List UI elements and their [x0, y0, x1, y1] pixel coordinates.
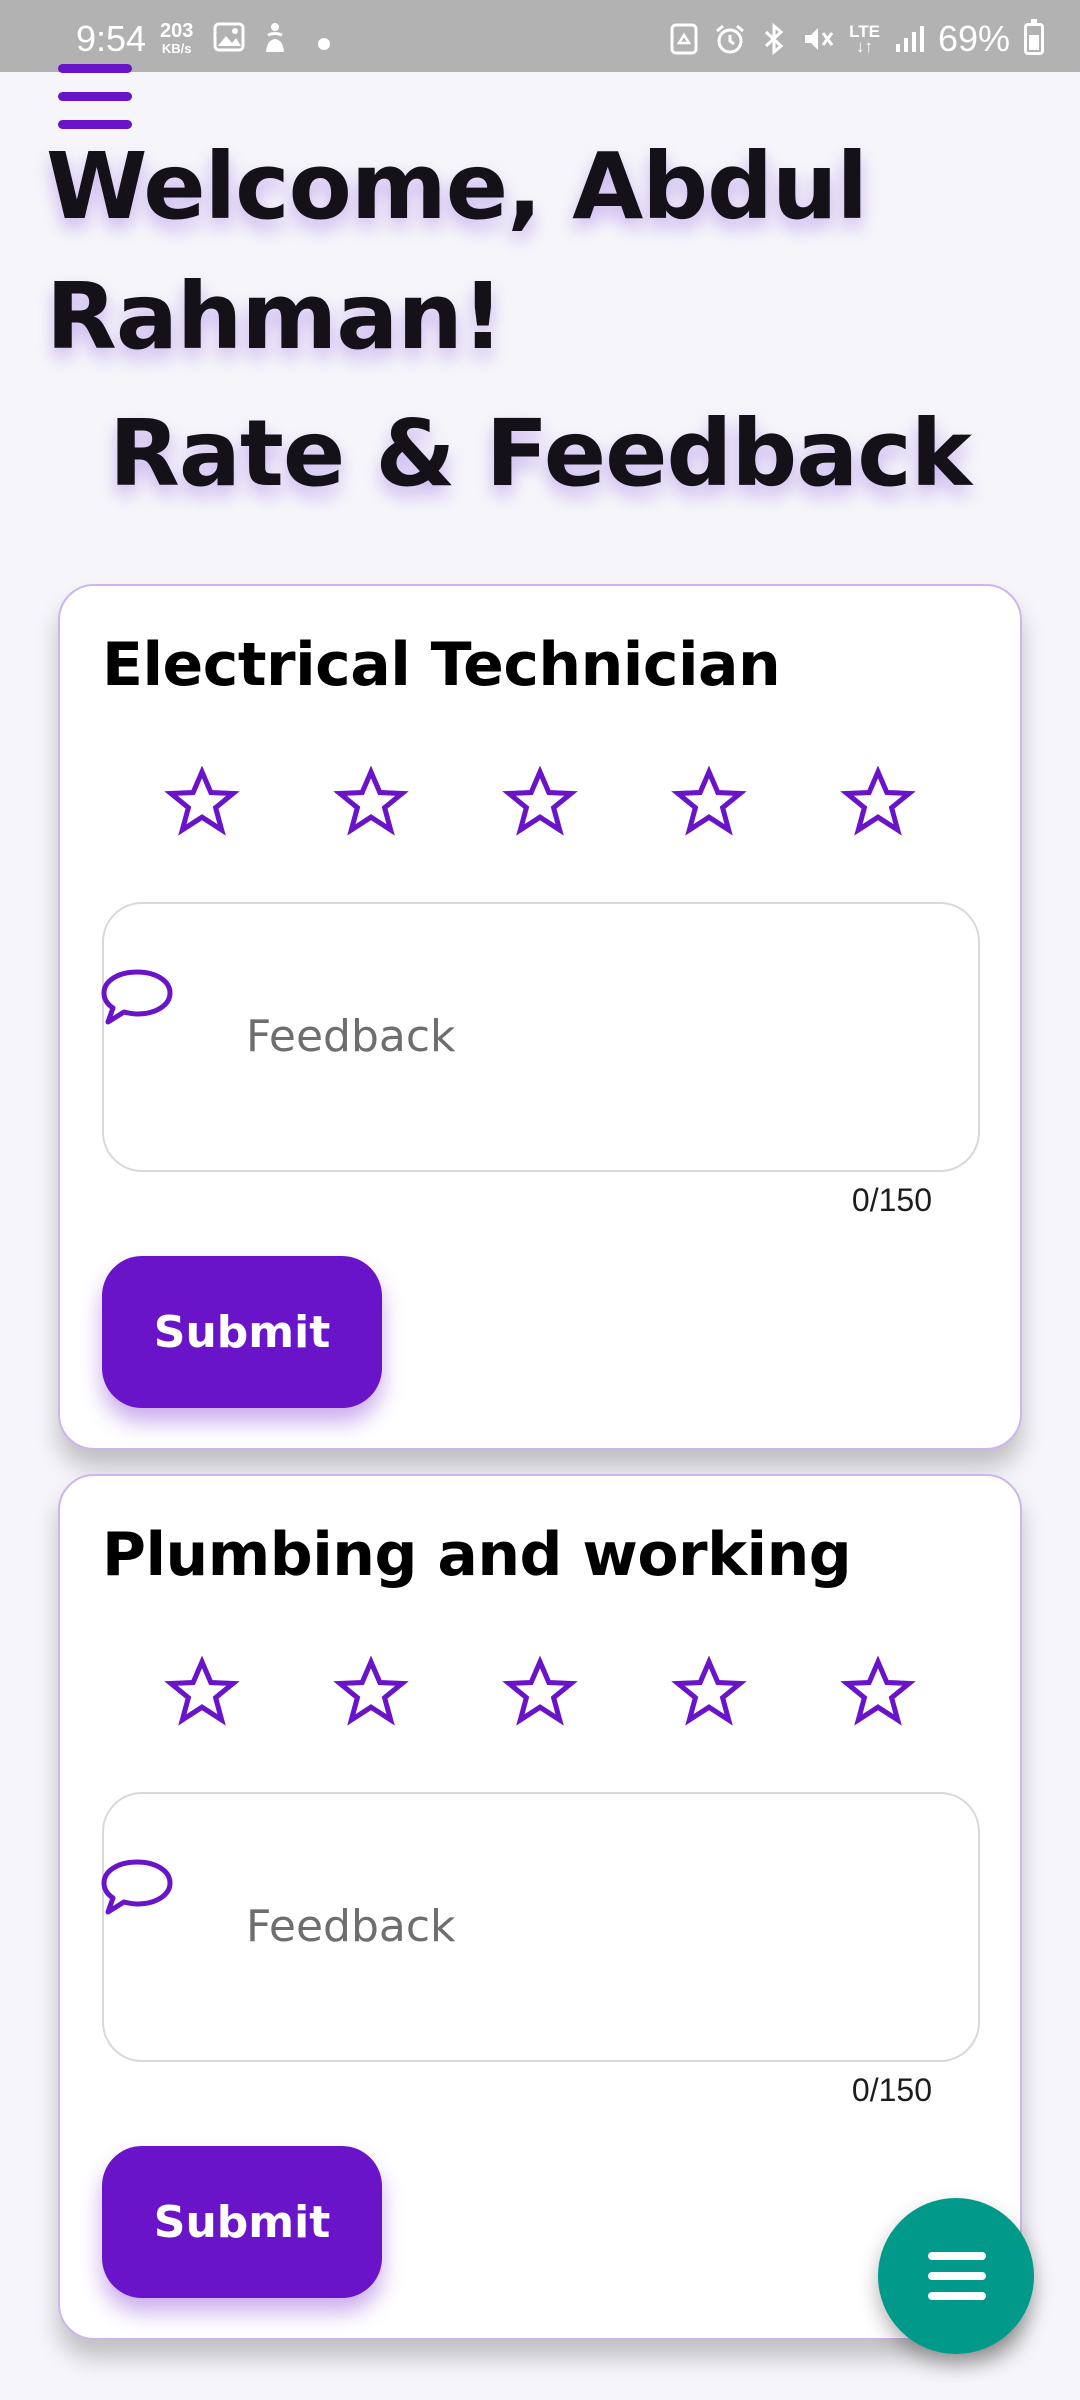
- character-counter: 0/150: [851, 2072, 932, 2108]
- menu-bar: [58, 64, 132, 73]
- star-1-icon[interactable]: [164, 764, 240, 840]
- hamburger-menu-icon: [928, 2272, 986, 2280]
- status-time: 9:54: [76, 18, 147, 59]
- image-icon: [213, 22, 245, 52]
- feedback-input[interactable]: [244, 1000, 948, 1072]
- star-rating: [60, 764, 1020, 844]
- hamburger-menu-icon: [928, 2292, 986, 2300]
- star-4-icon[interactable]: [671, 1654, 747, 1730]
- star-3-icon[interactable]: [502, 764, 578, 840]
- feedback-field[interactable]: [101, 902, 980, 1172]
- comment-icon: [101, 969, 173, 1025]
- feedback-field[interactable]: [101, 1792, 980, 2062]
- rating-card: Plumbing and working 0/150 Submit: [58, 1474, 1022, 2340]
- status-bar: 9:54 203 KB/s LTE ↓↑ 69%: [0, 0, 1080, 72]
- menu-bar: [58, 92, 132, 101]
- service-title: Electrical Technician: [102, 630, 781, 700]
- star-5-icon[interactable]: [840, 764, 916, 840]
- network-speed: 203 KB/s: [160, 20, 194, 58]
- network-speed-value: 203: [160, 20, 194, 42]
- network-speed-unit: KB/s: [161, 41, 192, 56]
- recycle-icon: [670, 23, 698, 55]
- signal-icon: [895, 26, 924, 52]
- page-title: Rate & Feedback: [108, 400, 972, 507]
- star-4-icon[interactable]: [671, 764, 747, 840]
- submit-button[interactable]: Submit: [102, 2146, 382, 2298]
- star-2-icon[interactable]: [333, 764, 409, 840]
- star-5-icon[interactable]: [840, 1654, 916, 1730]
- network-type: LTE: [849, 22, 880, 41]
- hamburger-menu-icon: [928, 2252, 986, 2260]
- service-title: Plumbing and working: [102, 1520, 852, 1590]
- star-2-icon[interactable]: [333, 1654, 409, 1730]
- battery-percent: 69%: [937, 18, 1010, 59]
- bluetooth-icon: [765, 22, 784, 56]
- rating-card: Electrical Technician 0/150 Submit: [58, 584, 1022, 1450]
- status-right: LTE ↓↑ 69%: [669, 18, 1044, 60]
- character-counter: 0/150: [851, 1182, 932, 1218]
- alarm-icon: [716, 24, 745, 54]
- hamburger-menu-icon[interactable]: [58, 64, 132, 130]
- notification-dot-icon: [318, 38, 330, 50]
- accessibility-icon: [266, 23, 284, 52]
- mute-icon: [805, 28, 834, 50]
- battery-icon: [1024, 19, 1044, 55]
- floating-menu-button[interactable]: [878, 2198, 1034, 2354]
- star-rating: [60, 1654, 1020, 1734]
- star-3-icon[interactable]: [502, 1654, 578, 1730]
- feedback-input[interactable]: [244, 1890, 948, 1962]
- submit-button[interactable]: Submit: [102, 1256, 382, 1408]
- comment-icon: [101, 1859, 173, 1915]
- battery-level: [1029, 35, 1039, 50]
- lte-icon: LTE ↓↑: [849, 22, 880, 56]
- welcome-heading: Welcome, Abdul Rahman!: [46, 133, 868, 370]
- star-1-icon[interactable]: [164, 1654, 240, 1730]
